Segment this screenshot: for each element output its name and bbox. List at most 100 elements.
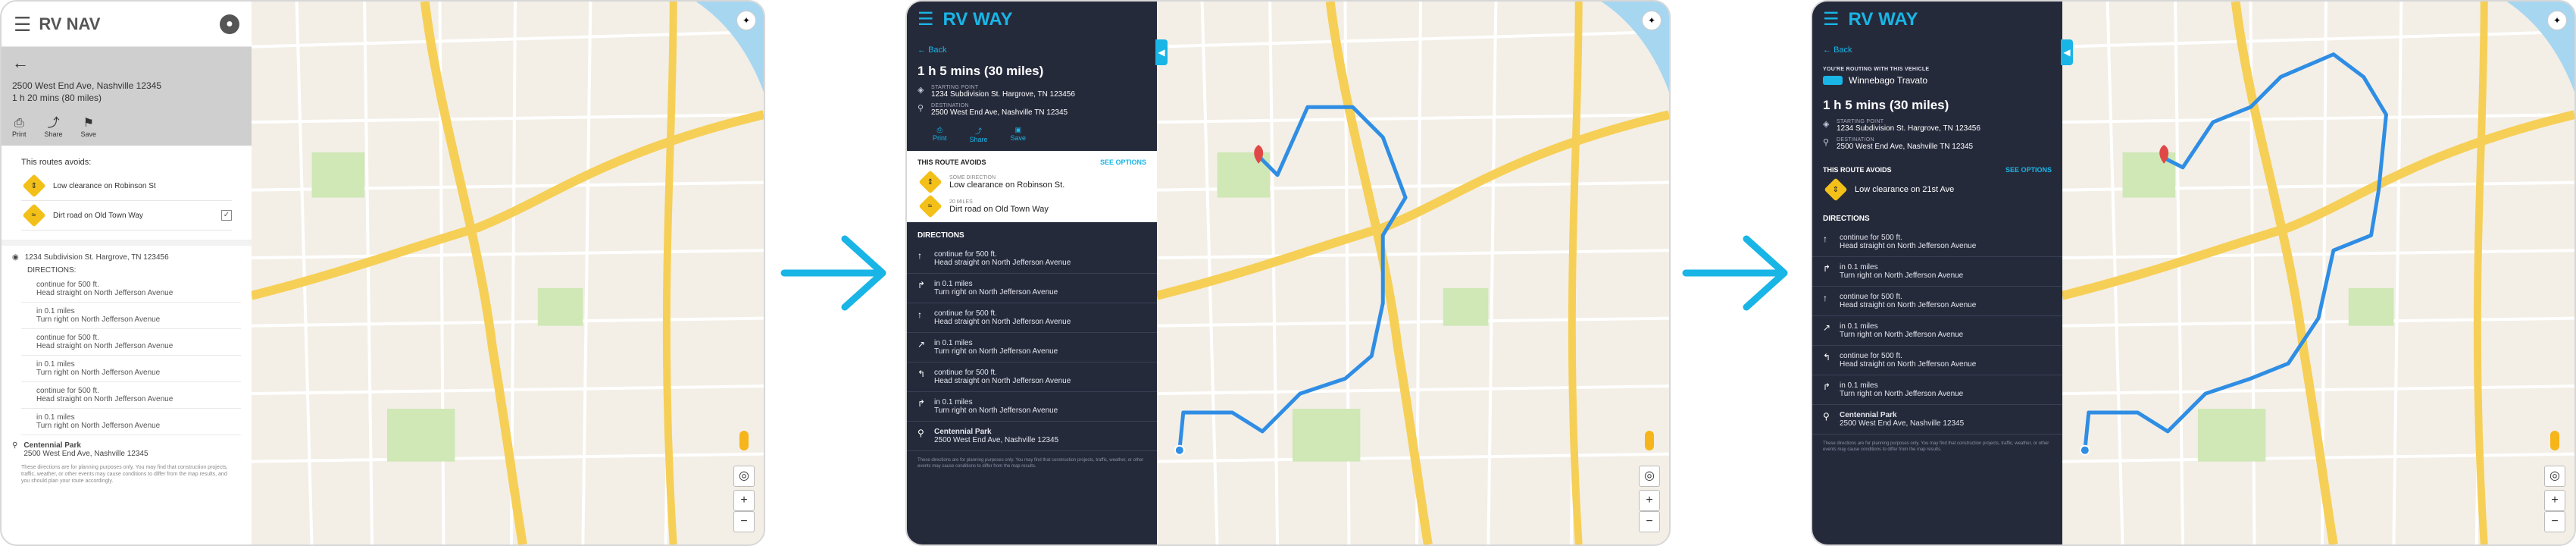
map-canvas[interactable] [1157, 2, 1669, 544]
turn-left-icon: ↰ [1823, 352, 1831, 362]
save-icon: ▣ [1014, 126, 1022, 133]
destination-point: ⚲ DESTINATION 2500 West End Ave, Nashville… [1823, 137, 1974, 151]
map-canvas[interactable] [252, 2, 764, 544]
share-button[interactable]: ⤴ Share [970, 126, 988, 143]
turn-right-icon: ↱ [1823, 381, 1831, 392]
direction-step[interactable]: in 0.1 miles Turn right on North Jefferso… [21, 409, 241, 435]
route-header: ← 2500 West End Ave, Nashville 12345 1 h… [2, 47, 252, 146]
street-view-pegman-icon[interactable] [739, 431, 749, 450]
share-button[interactable]: ⤴ Share [45, 117, 63, 138]
map-view[interactable]: ✦ ◎ + − [252, 2, 764, 544]
destination-point: ⚲ Centennial Park 2500 West End Ave, Nashv… [1812, 405, 2062, 435]
pin-icon: ⚲ [1823, 411, 1830, 422]
back-link[interactable]: ← Back [907, 38, 1157, 59]
turn-left-icon: ↰ [918, 369, 926, 379]
app-title: RV WAY [1848, 9, 1918, 30]
app-bar: ☰ RV WAY [1812, 2, 2062, 38]
direction-step[interactable]: ↰ continue for 500 ft. Head straight on No… [1812, 346, 2062, 375]
avoid-item[interactable]: ⇕ Low clearance on 21st Ave [1823, 177, 2052, 202]
start-point: ◈ STARTING POINT 1234 Subdivision St. Harg… [1823, 119, 1980, 133]
app-title: RV WAY [943, 9, 1013, 30]
destination-point: ⚲ DESTINATION 2500 West End Ave, Nashville… [918, 103, 1068, 117]
print-button[interactable]: ⎙ Print [12, 117, 27, 138]
avoid-item[interactable]: ≈ Dirt road on Old Town Way ✓ [21, 201, 232, 231]
map-canvas[interactable] [2062, 2, 2574, 544]
direction-step[interactable]: ↱ in 0.1 miles Turn right on North Jeffers… [1812, 257, 2062, 287]
hamburger-menu-icon[interactable]: ☰ [918, 11, 934, 29]
turn-right-icon: ↱ [1823, 263, 1831, 274]
direction-step[interactable]: ↱ in 0.1 miles Turn right on North Jeffers… [907, 274, 1157, 303]
account-icon[interactable]: ● [220, 14, 239, 34]
pin-icon: ⚲ [918, 104, 924, 113]
direction-step[interactable]: ↗ in 0.1 miles Turn right on North Jeffers… [907, 333, 1157, 362]
directions-title: DIRECTIONS [918, 231, 964, 240]
direction-step[interactable]: continue for 500 ft. Head straight on Nor… [21, 329, 241, 356]
avoid-item[interactable]: ⇕ Low clearance on Robinson St [21, 171, 232, 201]
compass-icon[interactable]: ✦ [1642, 11, 1662, 30]
direction-step[interactable]: ↑ continue for 500 ft. Head straight on No… [907, 303, 1157, 333]
direction-step[interactable]: ↱ in 0.1 miles Turn right on North Jeffers… [1812, 375, 2062, 405]
share-icon: ⤴ [975, 127, 983, 135]
direction-step[interactable]: ↰ continue for 500 ft. Head straight on No… [907, 362, 1157, 392]
direction-step[interactable]: in 0.1 miles Turn right on North Jefferso… [21, 303, 241, 329]
screen-rv-way-route: ☰ RV WAY ◀ ← Back 1 h 5 mins (30 miles) … [905, 0, 1671, 546]
directions-label: DIRECTIONS: [27, 266, 77, 275]
street-view-pegman-icon[interactable] [2550, 431, 2559, 450]
save-button[interactable]: ▣ Save [1011, 126, 1027, 143]
see-options-link[interactable]: SEE OPTIONS [2005, 166, 2052, 174]
locate-me-button[interactable]: ◎ [1639, 466, 1660, 487]
compass-icon[interactable]: ✦ [736, 11, 756, 30]
start-icon: ◈ [918, 86, 924, 95]
map-view[interactable]: ✦ ◎ + − [1157, 2, 1669, 544]
route-address: 2500 West End Ave, Nashville 12345 [12, 80, 162, 91]
vehicle-label: YOU'RE ROUTING WITH THIS VEHICLE [1823, 67, 1930, 72]
zoom-in-button[interactable]: + [2544, 490, 2565, 511]
zoom-out-button[interactable]: − [2544, 511, 2565, 532]
save-button[interactable]: ⚑ Save [81, 117, 97, 138]
print-button[interactable]: ⎙ Print [933, 126, 947, 143]
direction-step[interactable]: ↑ continue for 500 ft. Head straight on No… [907, 244, 1157, 274]
disclaimer: These directions are for planning purpos… [21, 465, 228, 484]
see-options-link[interactable]: SEE OPTIONS [1100, 158, 1146, 166]
avoid-item[interactable]: ⇕ SOME DIRECTION Low clearance on Robinso… [918, 170, 1146, 194]
direction-step[interactable]: ↑ continue for 500 ft. Head straight on No… [1812, 287, 2062, 316]
zoom-in-button[interactable]: + [733, 490, 755, 511]
street-view-pegman-icon[interactable] [1645, 431, 1654, 450]
direction-step[interactable]: ↗ in 0.1 miles Turn right on North Jeffers… [1812, 316, 2062, 346]
collapse-panel-button[interactable]: ◀ [2061, 39, 2073, 65]
collapse-panel-button[interactable]: ◀ [1155, 39, 1168, 65]
destination-point: ⚲ Centennial Park 2500 West End Ave, Nashv… [12, 441, 148, 458]
avoid-item[interactable]: ≈ 20 MILES Dirt road on Old Town Way [918, 194, 1146, 218]
start-icon: ◈ [1823, 120, 1830, 129]
avoids-section: THIS ROUTE AVOIDS SEE OPTIONS ⇕ SOME DIRE… [907, 151, 1157, 222]
zoom-out-button[interactable]: − [1639, 511, 1660, 532]
app-bar: ☰ RV WAY [907, 2, 1157, 38]
avoid-checkbox[interactable]: ✓ [221, 210, 232, 221]
route-panel: ☰ RV NAV ● ← 2500 West End Ave, Nashvill… [2, 2, 252, 544]
hamburger-menu-icon[interactable]: ☰ [1823, 11, 1840, 29]
avoids-section: THIS ROUTE AVOIDS SEE OPTIONS ⇕ Low clear… [1812, 155, 2062, 202]
direction-step[interactable]: continue for 500 ft. Head straight on Nor… [21, 276, 241, 303]
zoom-in-button[interactable]: + [1639, 490, 1660, 511]
app-title: RV NAV [39, 14, 101, 33]
direction-step[interactable]: ↱ in 0.1 miles Turn right on North Jeffers… [907, 392, 1157, 422]
transition-arrow-icon [1682, 235, 1788, 311]
locate-me-button[interactable]: ◎ [2544, 466, 2565, 487]
zoom-out-button[interactable]: − [733, 511, 755, 532]
print-icon: ⎙ [936, 126, 943, 133]
compass-icon[interactable]: ✦ [2547, 11, 2567, 30]
direction-step[interactable]: in 0.1 miles Turn right on North Jefferso… [21, 356, 241, 382]
avoids-title: THIS ROUTE AVOIDS [918, 158, 986, 166]
straight-arrow-icon: ↑ [1823, 234, 1827, 244]
back-link[interactable]: ← Back [1812, 38, 2062, 59]
direction-step[interactable]: continue for 500 ft. Head straight on Nor… [21, 382, 241, 409]
direction-step[interactable]: ↑ continue for 500 ft. Head straight on No… [1812, 228, 2062, 257]
hamburger-menu-icon[interactable]: ☰ [14, 14, 31, 34]
locate-me-button[interactable]: ◎ [733, 466, 755, 487]
start-dot-icon: ◉ [12, 253, 19, 262]
back-arrow-icon[interactable]: ← [12, 55, 241, 71]
avoids-title: THIS ROUTE AVOIDS [1823, 166, 1892, 174]
vehicle-selector[interactable]: Winnebago Travato [1823, 75, 2052, 86]
straight-arrow-icon: ↑ [918, 309, 922, 320]
map-view[interactable]: ✦ ◎ + − [2062, 2, 2574, 544]
